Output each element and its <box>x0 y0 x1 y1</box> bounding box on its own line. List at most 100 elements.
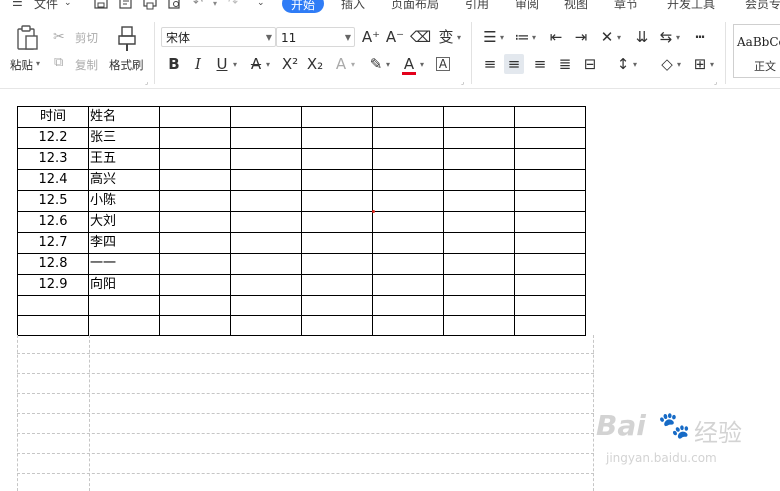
table-cell[interactable] <box>514 295 586 316</box>
table-cell[interactable] <box>443 190 515 212</box>
chevron-down-icon[interactable]: ▾ <box>710 60 714 69</box>
table-cell[interactable] <box>514 127 586 149</box>
tab-member[interactable]: 会员专享 <box>745 0 780 12</box>
table-cell[interactable] <box>230 295 302 316</box>
output-pdf-icon[interactable] <box>119 0 133 11</box>
table-cell[interactable] <box>159 232 231 254</box>
chevron-down-icon[interactable]: ▾ <box>420 60 424 69</box>
table-cell[interactable] <box>159 315 231 336</box>
cut-button[interactable]: 剪切 <box>75 30 98 46</box>
table-cell-time[interactable]: 12.5 <box>17 190 89 212</box>
chevron-down-icon[interactable]: ▾ <box>266 60 270 69</box>
text-effect-icon[interactable]: A <box>331 54 351 74</box>
table-cell-name[interactable]: 李四 <box>88 232 160 254</box>
clipboard-group-launcher-icon[interactable]: ⌟ <box>145 78 148 86</box>
bold-icon[interactable]: B <box>164 54 184 74</box>
print-preview-icon[interactable] <box>168 0 182 11</box>
table-cell[interactable] <box>443 274 515 296</box>
decrease-indent-icon[interactable]: ⇤ <box>546 27 566 47</box>
table-cell[interactable] <box>230 315 302 336</box>
table-cell[interactable] <box>159 169 231 191</box>
table-cell-time[interactable]: 时间 <box>17 106 89 128</box>
phonetic-guide-icon[interactable]: 变 <box>436 27 456 47</box>
decrease-font-size-icon[interactable]: A⁻ <box>385 27 405 47</box>
table-cell-time[interactable] <box>17 295 89 316</box>
highlight-icon[interactable]: ✎ <box>366 54 386 74</box>
subscript-icon[interactable]: X₂ <box>305 54 325 74</box>
table-cell[interactable] <box>514 106 586 128</box>
table-cell[interactable] <box>301 253 373 275</box>
table-cell[interactable] <box>230 106 302 128</box>
table-cell[interactable] <box>301 295 373 316</box>
chevron-down-icon[interactable]: ▾ <box>457 33 461 42</box>
copy-button[interactable]: 复制 <box>75 57 98 73</box>
table-cell-time[interactable]: 12.3 <box>17 148 89 170</box>
clear-formatting-icon[interactable]: ⌫ <box>410 27 431 47</box>
data-table[interactable]: 时间 姓名 12.2 张三 12.3 王五 12.4 高兴 12.5 小陈 12.6 大刘 12.7 李四… <box>17 106 586 336</box>
chevron-down-icon[interactable]: ▾ <box>532 33 536 42</box>
increase-indent-icon[interactable]: ⇥ <box>571 27 591 47</box>
table-cell[interactable] <box>230 253 302 275</box>
table-cell[interactable] <box>372 169 444 191</box>
table-cell[interactable] <box>230 232 302 254</box>
undo-dropdown-icon[interactable]: ▾ <box>213 0 217 8</box>
redo-icon[interactable]: ↷ <box>228 0 238 9</box>
table-cell-name[interactable]: 大刘 <box>88 211 160 233</box>
table-cell[interactable] <box>372 295 444 316</box>
table-cell[interactable] <box>514 232 586 254</box>
table-cell-name[interactable]: 小陈 <box>88 190 160 212</box>
table-cell[interactable] <box>514 148 586 170</box>
table-cell[interactable] <box>301 169 373 191</box>
show-hide-marks-icon[interactable]: ⇆ <box>656 27 676 47</box>
table-cell[interactable] <box>159 148 231 170</box>
chevron-down-icon[interactable]: ▾ <box>233 60 237 69</box>
table-cell[interactable] <box>230 127 302 149</box>
paragraph-group-launcher-icon[interactable]: ⌟ <box>714 78 717 86</box>
customize-quick-access-icon[interactable]: ⌄ <box>257 0 265 8</box>
table-cell-time[interactable] <box>17 315 89 336</box>
table-cell[interactable] <box>301 148 373 170</box>
table-cell-name[interactable]: 一一 <box>88 253 160 275</box>
chevron-down-icon[interactable]: ▾ <box>676 33 680 42</box>
paste-icon[interactable] <box>15 25 39 51</box>
table-cell[interactable] <box>230 211 302 233</box>
table-cell[interactable] <box>372 211 444 233</box>
table-cell[interactable] <box>443 253 515 275</box>
table-cell[interactable] <box>301 211 373 233</box>
chinese-layout-icon[interactable]: ✕ <box>597 27 617 47</box>
chevron-down-icon[interactable]: ▾ <box>500 33 504 42</box>
table-cell-name[interactable]: 王五 <box>88 148 160 170</box>
table-cell[interactable] <box>159 295 231 316</box>
line-spacing-icon[interactable]: ↕ <box>613 54 633 74</box>
table-cell[interactable] <box>159 106 231 128</box>
table-cell-time[interactable]: 12.8 <box>17 253 89 275</box>
strikethrough-icon[interactable]: A <box>246 54 266 74</box>
borders-icon[interactable]: ⊞ <box>690 54 710 74</box>
table-cell-name[interactable]: 向阳 <box>88 274 160 296</box>
table-cell[interactable] <box>301 190 373 212</box>
chevron-down-icon[interactable]: ▾ <box>351 60 355 69</box>
style-gallery[interactable]: AaBbCc 正文 <box>733 24 780 78</box>
chevron-down-icon[interactable]: ▾ <box>633 60 637 69</box>
table-cell[interactable] <box>230 148 302 170</box>
align-left-icon[interactable]: ≡ <box>480 54 500 74</box>
table-cell[interactable] <box>372 148 444 170</box>
style-name-normal[interactable]: 正文 <box>754 58 776 74</box>
table-cell[interactable] <box>514 253 586 275</box>
table-cell[interactable] <box>443 295 515 316</box>
table-cell[interactable] <box>372 315 444 336</box>
format-painter-button[interactable]: 格式刷 <box>109 57 144 73</box>
table-cell[interactable] <box>372 127 444 149</box>
table-cell[interactable] <box>372 274 444 296</box>
table-cell-name[interactable] <box>88 315 160 336</box>
sort-icon[interactable]: ⇊ <box>632 27 652 47</box>
superscript-icon[interactable]: X² <box>280 54 300 74</box>
tab-view[interactable]: 视图 <box>564 0 588 12</box>
font-size-select[interactable]: 11 ▼ <box>276 27 355 47</box>
table-cell-time[interactable]: 12.9 <box>17 274 89 296</box>
table-cell[interactable] <box>514 274 586 296</box>
table-cell-name[interactable] <box>88 295 160 316</box>
table-cell[interactable] <box>159 274 231 296</box>
increase-font-size-icon[interactable]: A⁺ <box>361 27 381 47</box>
table-cell[interactable] <box>159 211 231 233</box>
